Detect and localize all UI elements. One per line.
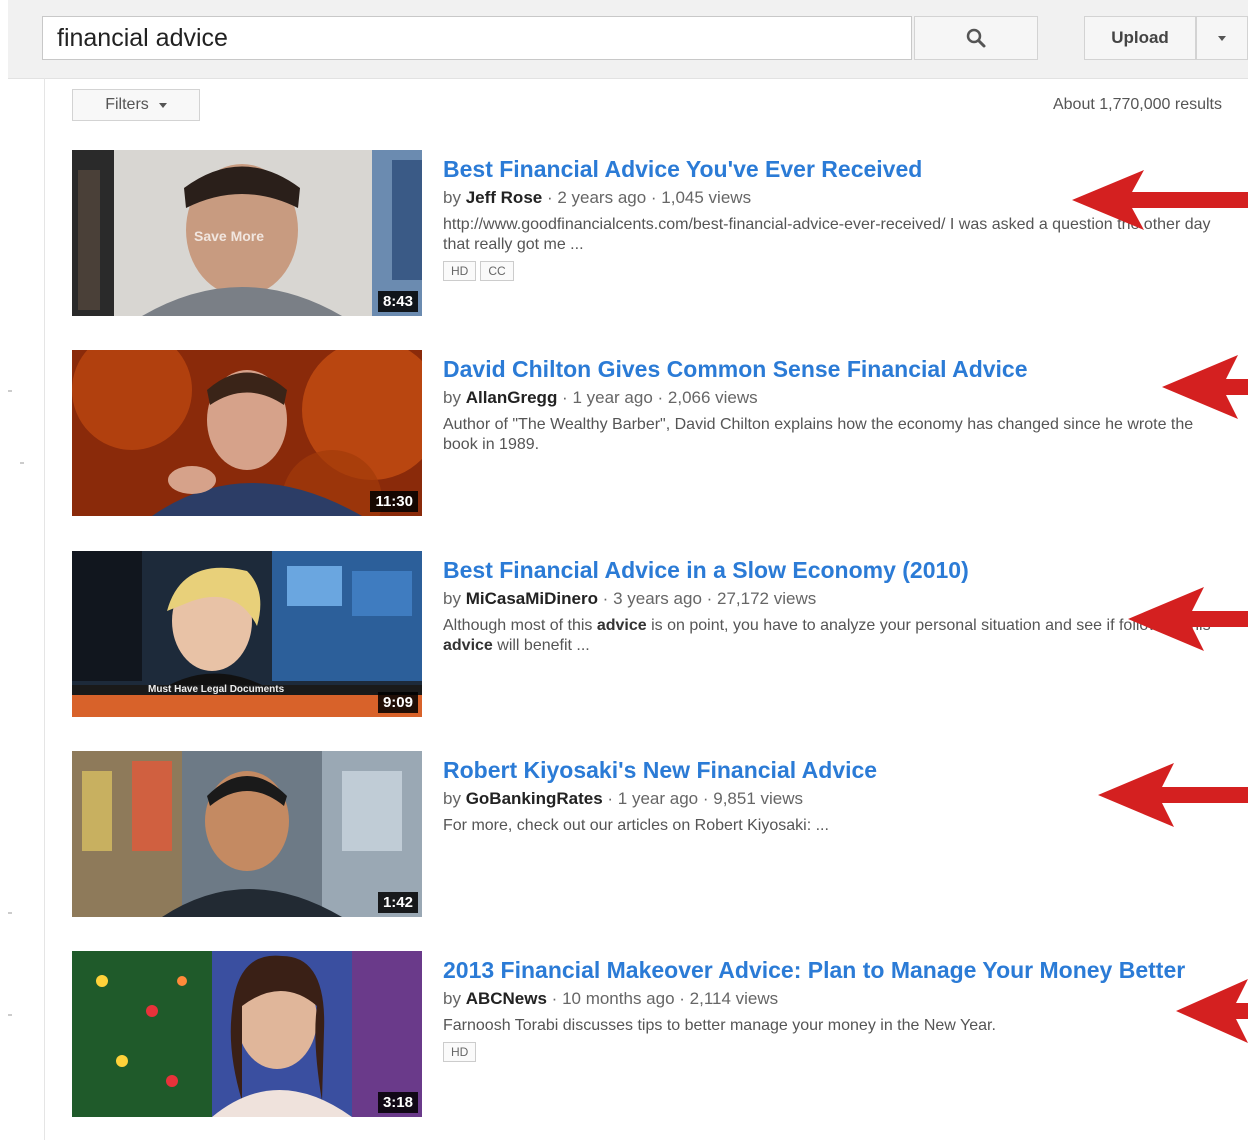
filters-label: Filters: [105, 96, 149, 113]
video-duration: 9:09: [377, 692, 418, 713]
red-arrow-icon: [1162, 355, 1248, 419]
video-thumbnail[interactable]: 3:18: [72, 951, 422, 1117]
upload-age: 2 years ago: [557, 188, 647, 207]
video-thumbnail[interactable]: 1:42: [72, 751, 422, 917]
view-count: 2,114 views: [689, 989, 779, 1008]
red-arrow-icon: [1176, 979, 1248, 1043]
video-description: Author of "The Wealthy Barber", David Ch…: [443, 416, 1194, 453]
by-label: by: [443, 589, 461, 608]
upload-age: 10 months ago: [562, 989, 675, 1008]
by-label: by: [443, 188, 461, 207]
video-thumbnail[interactable]: 11:30: [72, 350, 422, 516]
sidebar-marker: [20, 462, 24, 464]
hd-badge: HD: [443, 1042, 477, 1062]
red-arrow-icon: [1098, 763, 1248, 827]
by-label: by: [443, 789, 461, 808]
view-count: 2,066 views: [667, 388, 758, 407]
video-thumbnail[interactable]: Must Have Legal Documents 9:09: [72, 551, 422, 717]
video-title-link[interactable]: Best Financial Advice in a Slow Economy …: [443, 557, 1223, 584]
results-count: About 1,770,000 results: [1052, 96, 1222, 113]
red-arrow-icon: [1072, 170, 1248, 230]
search-result[interactable]: 1:42 Robert Kiyosaki's New Financial Adv…: [72, 751, 1248, 919]
video-duration: 8:43: [377, 291, 418, 312]
search-icon: [966, 28, 986, 48]
search-result[interactable]: 11:30 David Chilton Gives Common Sense F…: [72, 350, 1248, 518]
search-result[interactable]: Save More 8:43 Best Financial Advice You…: [72, 150, 1248, 318]
thumbnail-image: [72, 751, 422, 917]
hd-badge: HD: [443, 261, 477, 281]
upload-age: 1 year ago: [572, 388, 653, 407]
upload-menu-button[interactable]: [1196, 16, 1248, 60]
search-result[interactable]: 3:18 2013 Financial Makeover Advice: Pla…: [72, 951, 1248, 1131]
filters-button[interactable]: Filters: [72, 89, 200, 121]
view-count: 9,851 views: [713, 789, 804, 808]
view-count: 27,172 views: [717, 589, 817, 608]
cc-badge: CC: [480, 261, 514, 281]
search-input[interactable]: financial advice: [42, 16, 912, 60]
thumbnail-image: [72, 951, 422, 1117]
sidebar-divider: [44, 78, 45, 1140]
upload-age: 1 year ago: [617, 789, 699, 808]
chevron-down-icon: [1218, 35, 1226, 41]
by-label: by: [443, 989, 461, 1008]
channel-link[interactable]: GoBankingRates: [466, 789, 603, 808]
video-thumbnail[interactable]: Save More 8:43: [72, 150, 422, 316]
thumbnail-overlay-text: Must Have Legal Documents: [148, 684, 285, 695]
video-description: Although most of this advice is on point…: [443, 617, 1211, 654]
sidebar-marker: [8, 912, 12, 914]
channel-link[interactable]: ABCNews: [466, 989, 547, 1008]
sidebar-marker: [8, 390, 12, 392]
channel-link[interactable]: AllanGregg: [466, 388, 558, 407]
view-count: 1,045 views: [661, 188, 752, 207]
sidebar-marker: [8, 1014, 12, 1016]
search-button[interactable]: [914, 16, 1038, 60]
upload-button[interactable]: Upload: [1084, 16, 1196, 60]
upload-age: 3 years ago: [613, 589, 702, 608]
chevron-down-icon: [158, 102, 167, 108]
video-description: Farnoosh Torabi discusses tips to better…: [443, 1017, 996, 1034]
channel-link[interactable]: MiCasaMiDinero: [466, 589, 598, 608]
video-duration: 11:30: [370, 491, 418, 512]
video-duration: 3:18: [377, 1092, 418, 1113]
thumbnail-overlay-text: Save More: [194, 228, 265, 244]
by-label: by: [443, 388, 461, 407]
video-title-link[interactable]: David Chilton Gives Common Sense Financi…: [443, 356, 1223, 383]
red-arrow-icon: [1128, 587, 1248, 651]
search-result[interactable]: Must Have Legal Documents 9:09 Best Fina…: [72, 551, 1248, 719]
video-duration: 1:42: [377, 892, 418, 913]
channel-link[interactable]: Jeff Rose: [466, 188, 543, 207]
video-title-link[interactable]: 2013 Financial Makeover Advice: Plan to …: [443, 957, 1223, 984]
